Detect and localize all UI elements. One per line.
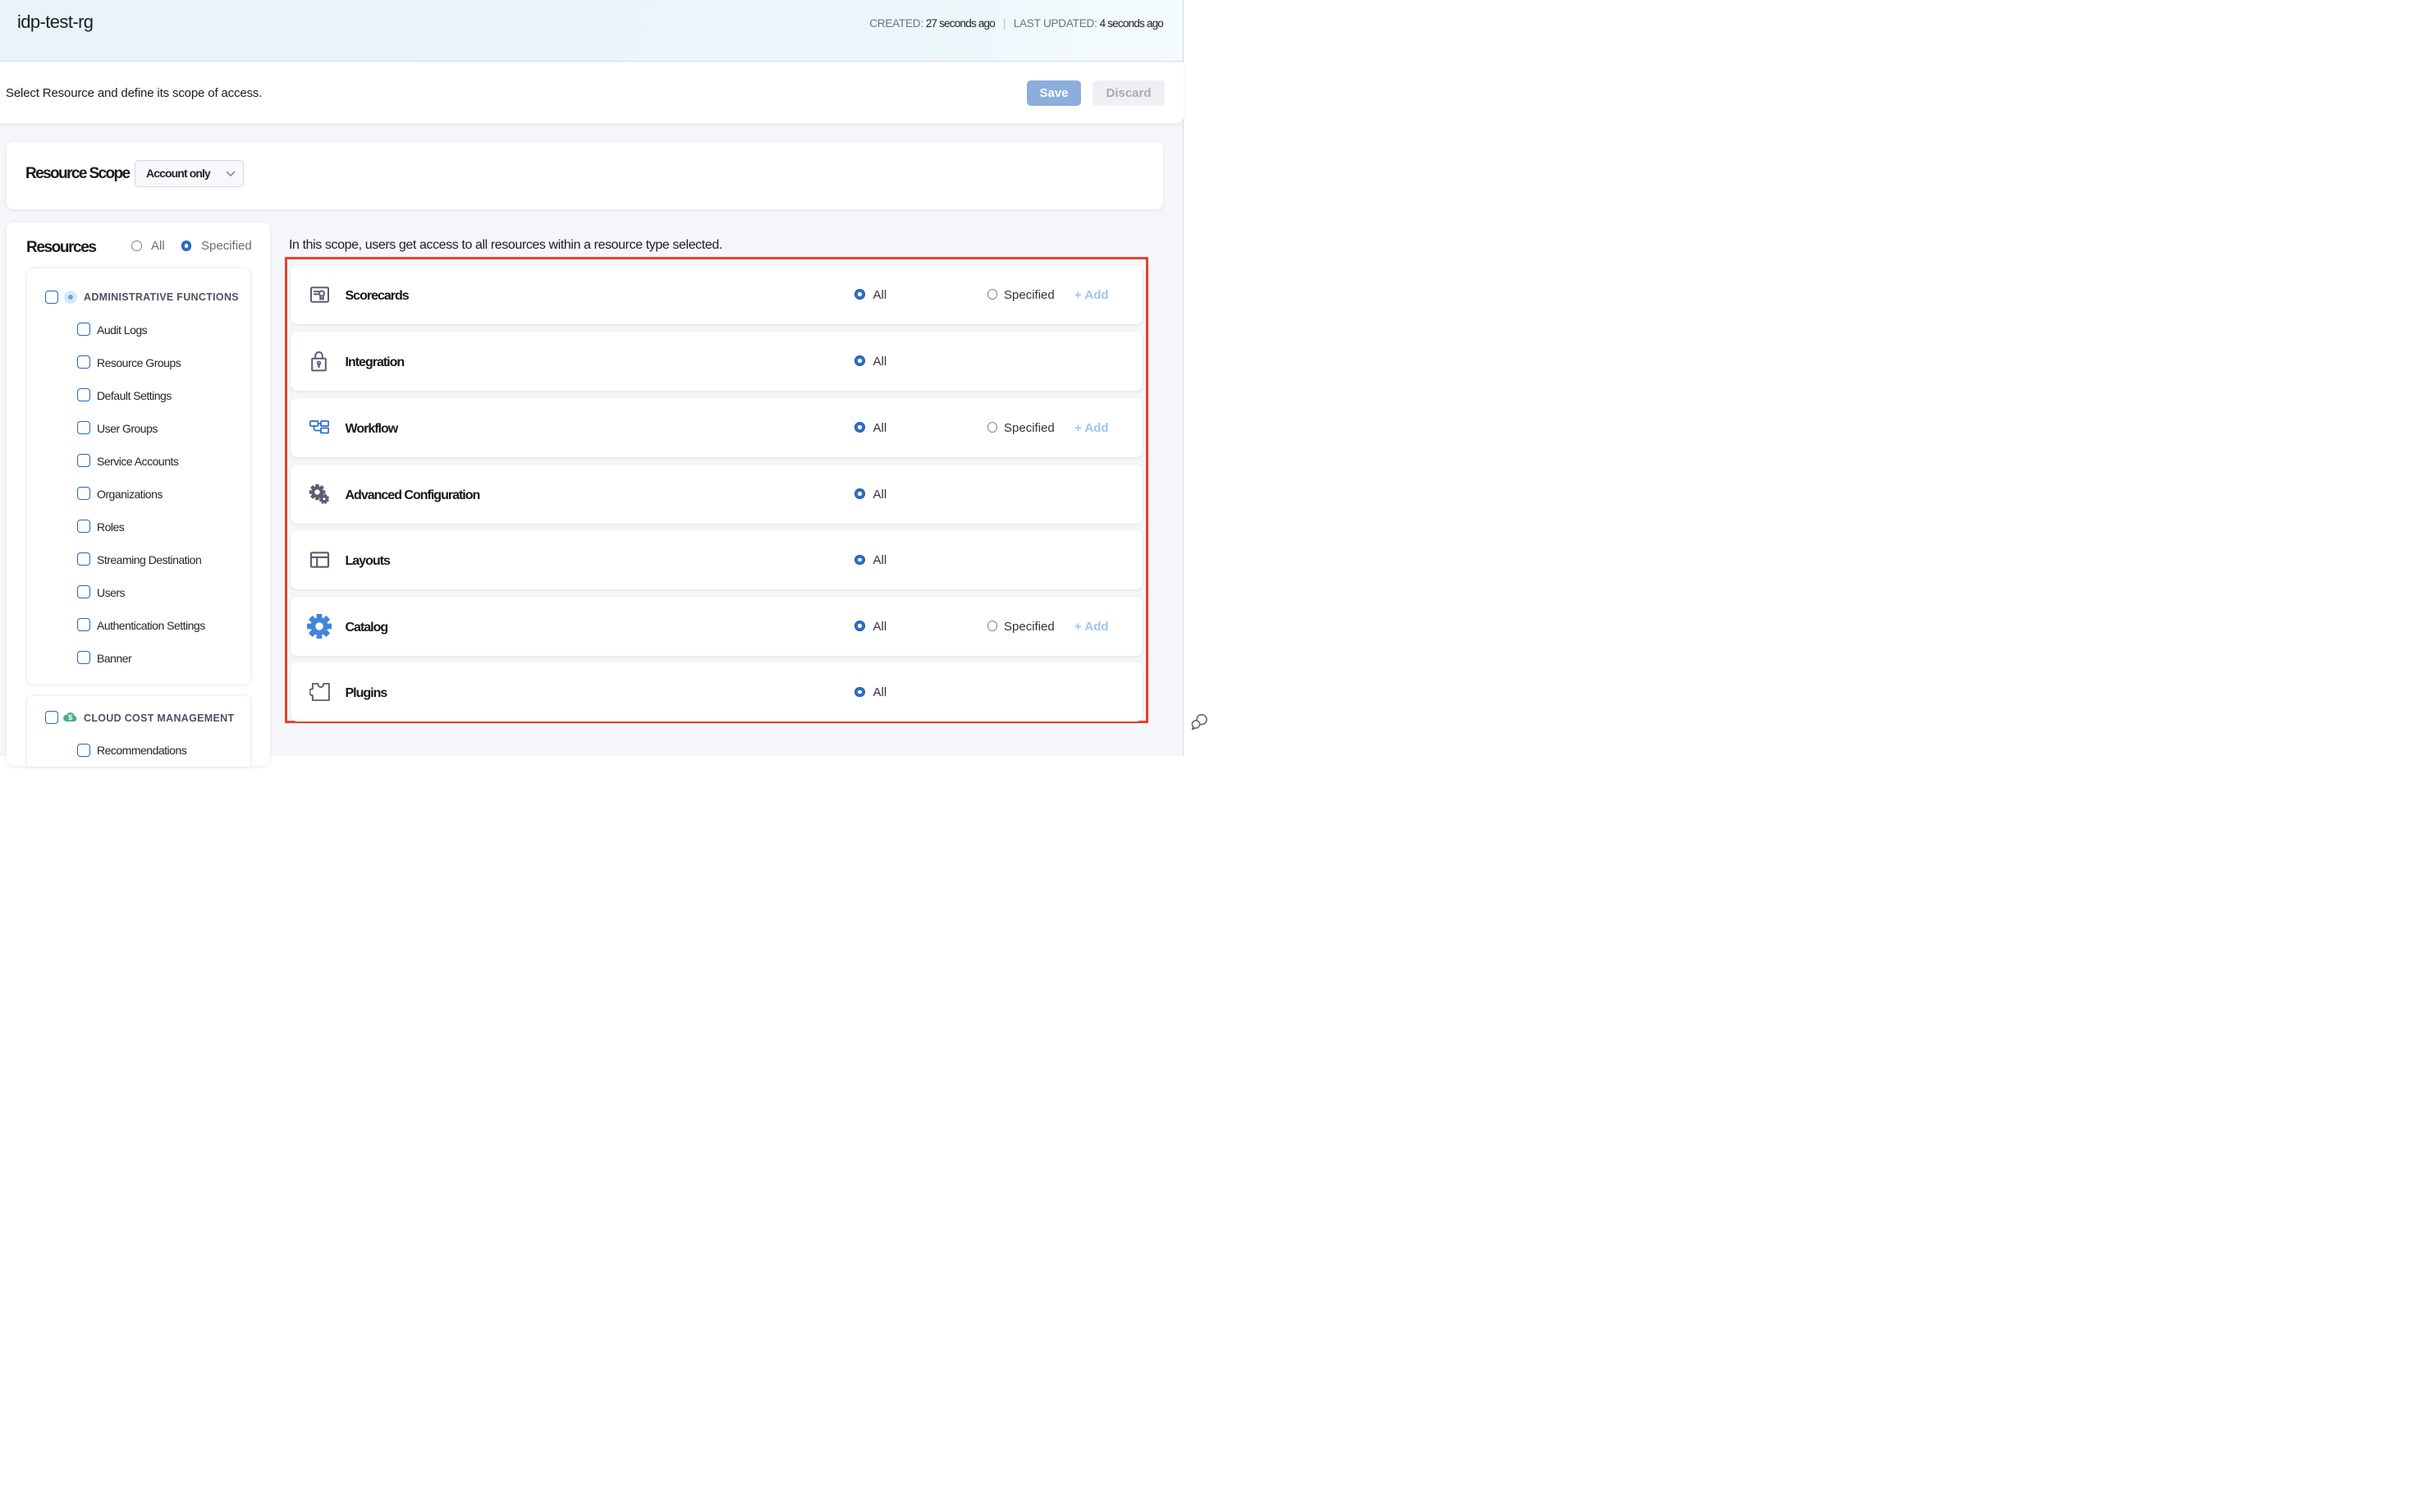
svg-text:$: $ — [68, 713, 73, 722]
